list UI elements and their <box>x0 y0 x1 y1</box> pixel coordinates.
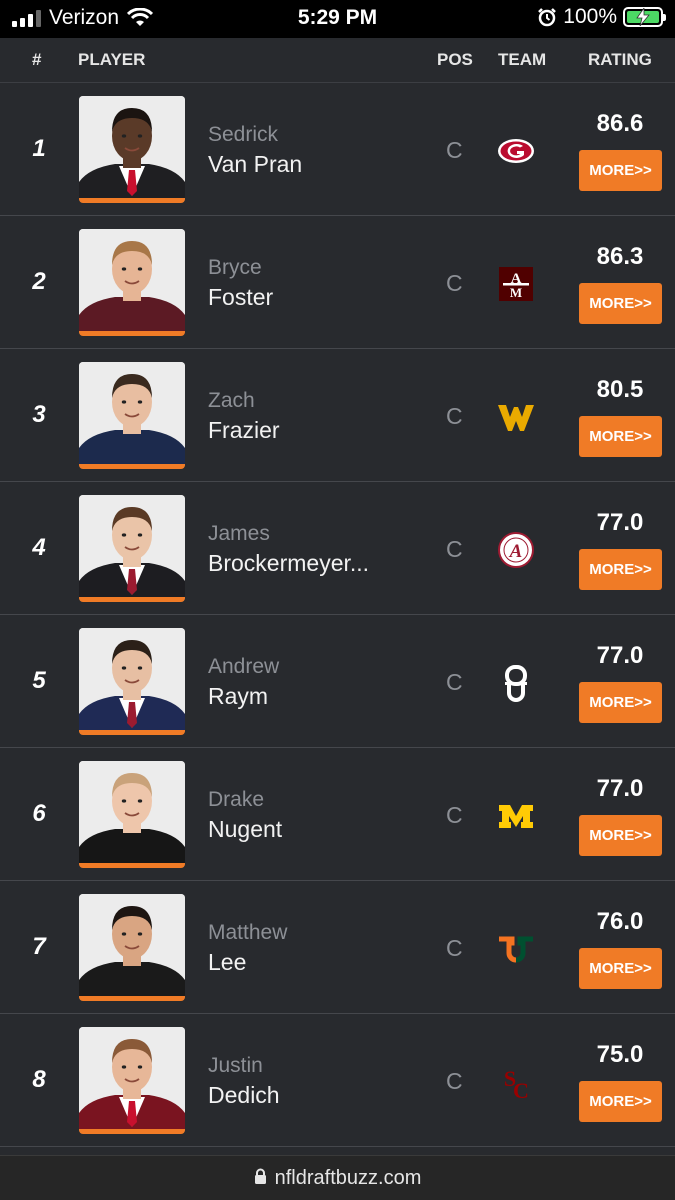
usc-team-logo-icon: SC <box>496 1062 536 1103</box>
battery-icon <box>623 7 666 27</box>
more-button[interactable]: MORE>> <box>579 948 662 989</box>
player-last-name[interactable]: Frazier <box>208 417 280 444</box>
texas-am-team-logo-icon: AM <box>496 264 536 304</box>
player-rating: 77.0 <box>596 642 644 669</box>
player-photo[interactable] <box>79 894 185 1001</box>
table-row[interactable]: 2 Bryce Foster C AM 86.3 MORE>> <box>0 216 675 349</box>
player-photo[interactable] <box>79 761 185 868</box>
player-rating: 76.0 <box>596 908 644 935</box>
url-text: nfldraftbuzz.com <box>274 1167 422 1189</box>
player-rank: 5 <box>32 667 46 694</box>
more-button[interactable]: MORE>> <box>579 1081 662 1122</box>
player-photo[interactable] <box>79 229 185 336</box>
player-first-name[interactable]: Zach <box>208 389 255 413</box>
more-button[interactable]: MORE>> <box>579 416 662 457</box>
alabama-team-logo-icon: A <box>496 530 536 570</box>
table-row[interactable]: 8 Justin Dedich C SC 75.0 MORE>> <box>0 1014 675 1147</box>
player-rating: 86.3 <box>596 243 644 270</box>
table-row[interactable]: 3 Zach Frazier C 80.5 MORE>> <box>0 349 675 482</box>
player-position: C <box>446 935 463 961</box>
column-rank[interactable]: # <box>32 50 41 70</box>
player-rating: 80.5 <box>596 376 644 403</box>
player-position: C <box>446 403 463 429</box>
table-row[interactable]: 6 Drake Nugent C 77.0 MORE>> <box>0 748 675 881</box>
player-photo[interactable] <box>79 495 185 602</box>
battery-percent: 100% <box>563 5 617 28</box>
player-rating: 77.0 <box>596 775 644 802</box>
player-position: C <box>446 536 463 562</box>
table-row[interactable]: 1 Sedrick Van Pran C 86.6 MORE>> <box>0 83 675 216</box>
player-rating: 86.6 <box>596 110 644 137</box>
table-row[interactable]: 5 Andrew Raym C 77.0 MORE>> <box>0 615 675 748</box>
player-photo[interactable] <box>79 362 185 469</box>
west-virginia-team-logo-icon <box>496 397 536 437</box>
table-row[interactable]: 4 James Brockermeyer... C A 77.0 MORE>> <box>0 482 675 615</box>
column-team[interactable]: TEAM <box>498 50 546 70</box>
player-position: C <box>446 137 463 163</box>
player-position: C <box>446 669 463 695</box>
player-rank: 7 <box>32 933 46 960</box>
player-photo[interactable] <box>79 96 185 203</box>
oklahoma-team-logo-icon <box>496 663 536 703</box>
player-rank: 6 <box>32 800 46 827</box>
player-first-name[interactable]: Drake <box>208 788 264 812</box>
status-bar: Verizon 5:29 PM 100% <box>0 0 675 38</box>
player-rank: 4 <box>32 534 46 561</box>
player-rank: 2 <box>32 268 46 295</box>
table-header: # PLAYER POS TEAM RATING <box>0 38 675 83</box>
player-first-name[interactable]: Sedrick <box>208 123 278 147</box>
column-pos[interactable]: POS <box>437 50 473 70</box>
player-rank: 3 <box>32 401 46 428</box>
more-button[interactable]: MORE>> <box>579 815 662 856</box>
player-first-name[interactable]: James <box>208 522 270 546</box>
player-position: C <box>446 270 463 296</box>
player-photo[interactable] <box>79 1027 185 1134</box>
more-button[interactable]: MORE>> <box>579 682 662 723</box>
georgia-team-logo-icon <box>496 131 536 171</box>
player-last-name[interactable]: Nugent <box>208 816 282 843</box>
rankings-table: # PLAYER POS TEAM RATING 1 Sedrick Van P… <box>0 38 675 1155</box>
column-rating[interactable]: RATING <box>588 50 652 70</box>
player-rating: 75.0 <box>596 1041 644 1068</box>
player-position: C <box>446 802 463 828</box>
player-rank: 8 <box>32 1066 46 1093</box>
player-position: C <box>446 1068 463 1094</box>
player-last-name[interactable]: Lee <box>208 949 246 976</box>
column-player[interactable]: PLAYER <box>78 50 145 70</box>
table-row[interactable]: 7 Matthew Lee C 76.0 MORE>> <box>0 881 675 1014</box>
player-last-name[interactable]: Dedich <box>208 1082 280 1109</box>
player-rating: 77.0 <box>596 509 644 536</box>
player-first-name[interactable]: Andrew <box>208 655 279 679</box>
more-button[interactable]: MORE>> <box>579 549 662 590</box>
lock-icon <box>254 1168 266 1184</box>
player-first-name[interactable]: Matthew <box>208 921 287 945</box>
player-first-name[interactable]: Justin <box>208 1054 263 1078</box>
alarm-icon <box>538 8 557 27</box>
miami-team-logo-icon <box>496 929 536 969</box>
player-last-name[interactable]: Brockermeyer... <box>208 550 369 577</box>
svg-text:C: C <box>513 1078 529 1102</box>
more-button[interactable]: MORE>> <box>579 150 662 191</box>
player-photo[interactable] <box>79 628 185 735</box>
player-last-name[interactable]: Foster <box>208 284 273 311</box>
more-button[interactable]: MORE>> <box>579 283 662 324</box>
player-rank: 1 <box>32 135 46 162</box>
michigan-team-logo-icon <box>496 796 536 836</box>
svg-text:A: A <box>509 541 523 562</box>
svg-text:M: M <box>510 285 522 300</box>
player-last-name[interactable]: Van Pran <box>208 151 302 178</box>
url-bar[interactable]: nfldraftbuzz.com <box>0 1155 675 1200</box>
player-first-name[interactable]: Bryce <box>208 256 262 280</box>
player-last-name[interactable]: Raym <box>208 683 268 710</box>
